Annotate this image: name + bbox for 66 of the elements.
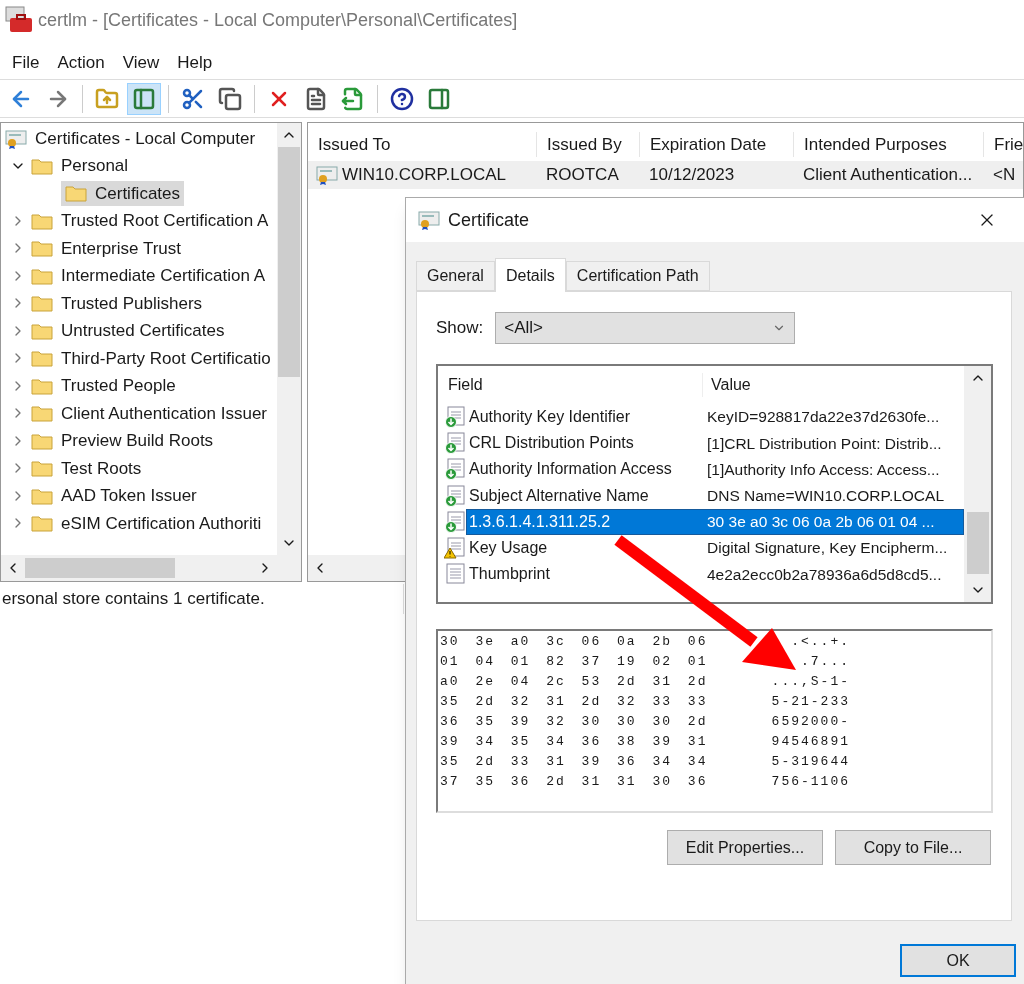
field-row[interactable]: Thumbprint 4e2a2ecc0b2a78936a6d5d8cd5... <box>466 561 964 588</box>
column-header[interactable]: Value <box>702 373 751 397</box>
tree-item[interactable]: Personal <box>61 153 129 179</box>
hex-bytes: 35 2d 33 31 39 36 34 34 <box>440 753 709 771</box>
column-header[interactable]: Expiration Date <box>639 131 793 157</box>
field-row[interactable]: CRL Distribution Points [1]CRL Distribution Point: Distrib... <box>466 430 964 457</box>
ascii-text: 5-319644 <box>771 753 850 771</box>
ascii-text: 94546891 <box>771 733 850 751</box>
table-cell-text: 10/12/2023 <box>648 164 736 187</box>
field-row[interactable]: Key Usage Digital Signature, Key Encipherm... <box>466 535 964 562</box>
ascii-text: .7... <box>801 653 850 671</box>
hex-bytes: 37 35 36 2d 31 31 30 36 <box>440 773 709 791</box>
hex-bytes: 01 04 01 82 37 19 02 01 <box>440 653 709 671</box>
certificate-row[interactable]: WIN10.CORP.LOCAL ROOTCA 10/12/2023 Client Authentication... <N <box>308 161 1023 189</box>
show-label: Show: <box>436 317 484 340</box>
tree-item[interactable]: Intermediate Certification A <box>61 263 266 289</box>
tree-item[interactable]: Test Roots <box>61 455 142 481</box>
ascii-text: 6592000- <box>771 713 850 731</box>
tree-item[interactable]: eSIM Certification Authoriti <box>61 510 262 536</box>
tab[interactable]: Details <box>494 258 566 292</box>
tab[interactable]: Certification Path <box>565 261 710 291</box>
tree-item[interactable]: AAD Token Issuer <box>61 483 197 509</box>
column-header[interactable]: Field <box>444 373 702 397</box>
show-dropdown[interactable]: <All> <box>495 312 796 344</box>
ok-button[interactable]: OK <box>900 944 1016 977</box>
field-row[interactable]: Authority Information Access [1]Authority Info Access: Access... <box>466 456 964 483</box>
dialog-button[interactable]: Edit Properties... <box>667 830 823 865</box>
field-row[interactable]: Authority Key Identifier KeyID=928817da22e37d2630fe... <box>466 404 964 431</box>
ascii-text: 5-21-233 <box>771 693 850 711</box>
tree-item[interactable]: Certificates <box>61 180 185 206</box>
tree-item[interactable]: Trusted Publishers <box>61 290 203 316</box>
status-bar: ersonal store contains 1 certificate. <box>0 584 404 614</box>
menu-item[interactable]: File <box>4 49 48 75</box>
hex-bytes: 39 34 35 34 36 38 39 31 <box>440 733 709 751</box>
table-cell: WIN10.CORP.LOCAL <box>308 162 536 188</box>
tree-item[interactable]: Untrusted Certificates <box>61 318 225 344</box>
ascii-text: 756-1106 <box>771 773 850 791</box>
field-row[interactable]: 1.3.6.1.4.1.311.25.2 30 3e a0 3c 06 0a 2b 06 01 04 ... <box>466 508 964 535</box>
column-header[interactable]: Issued By <box>536 131 639 157</box>
tree-item[interactable]: Preview Build Roots <box>61 428 214 454</box>
tree-item[interactable]: Client Authentication Issuer <box>61 400 267 426</box>
hex-bytes: a0 2e 04 2c 53 2d 31 2d <box>440 673 709 691</box>
tree-item[interactable]: Trusted Root Certification A <box>61 208 269 234</box>
tab[interactable]: General <box>416 261 495 291</box>
tree-item[interactable]: Enterprise Trust <box>61 235 181 261</box>
column-header[interactable]: Issued To <box>308 131 536 157</box>
window-title: certlm - [Certificates - Local Computer\Personal\Certificates] <box>38 8 518 32</box>
menu-item[interactable]: Action <box>49 49 113 75</box>
hex-bytes: 36 35 39 32 30 30 30 2d <box>440 713 709 731</box>
dialog-title: Certificate <box>448 208 530 232</box>
hex-bytes: 30 3e a0 3c 06 0a 2b 06 <box>440 633 709 651</box>
menu-item[interactable]: Help <box>169 49 221 75</box>
tree-item[interactable]: Trusted People <box>61 373 176 399</box>
column-header[interactable]: Frie <box>983 131 1023 157</box>
ascii-text: .<..+. <box>791 633 850 651</box>
ascii-text: ...,S-1- <box>771 673 850 691</box>
hex-bytes: 35 2d 32 31 2d 32 33 33 <box>440 693 709 711</box>
dialog-button[interactable]: Copy to File... <box>835 830 991 865</box>
field-row[interactable]: Subject Alternative Name DNS Name=WIN10.CORP.LOCAL <box>466 482 964 509</box>
tree-item[interactable]: Third-Party Root Certificatio <box>61 345 271 371</box>
column-header[interactable]: Intended Purposes <box>793 131 983 157</box>
table-cell-text: ROOTCA <box>545 164 620 187</box>
menu-item[interactable]: View <box>114 49 168 75</box>
tree-item[interactable]: Certificates - Local Computer <box>35 125 256 152</box>
table-cell-text: Client Authentication... <box>802 164 974 187</box>
table-cell-text: <N <box>992 164 1017 187</box>
